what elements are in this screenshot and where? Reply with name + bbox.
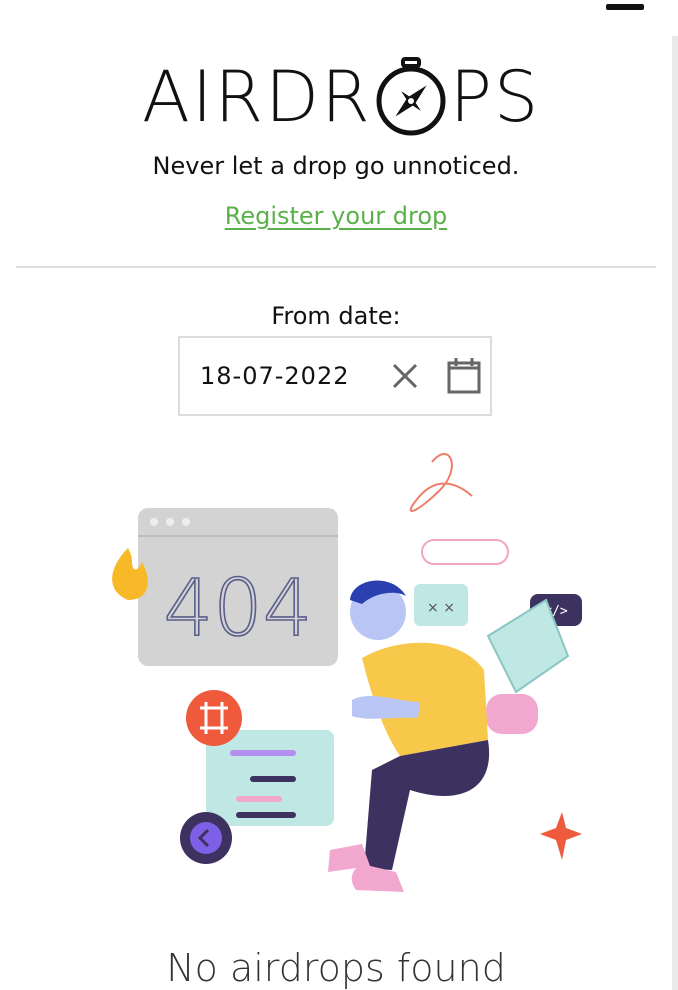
svg-text:× ×: × × xyxy=(427,600,455,616)
illustration-404-text: 404 xyxy=(164,564,313,654)
register-drop-link[interactable]: Register your drop xyxy=(0,202,672,230)
tagline: Never let a drop go unnoticed. xyxy=(152,152,520,180)
not-found-illustration: 404 × × </> xyxy=(112,453,582,892)
compass-icon xyxy=(376,57,446,136)
logo: AIRDR PS xyxy=(142,56,540,138)
from-date-label: From date: xyxy=(271,302,401,330)
empty-state-message: No airdrops found xyxy=(166,946,506,990)
calendar-icon[interactable] xyxy=(446,357,482,395)
divider xyxy=(16,266,656,268)
logo-text-right: PS xyxy=(449,56,541,138)
hamburger-menu-icon[interactable] xyxy=(606,4,644,10)
scrollbar[interactable] xyxy=(672,36,678,990)
date-input[interactable] xyxy=(198,361,374,391)
logo-text-left: AIRDR xyxy=(142,56,372,138)
date-picker[interactable] xyxy=(178,336,492,416)
close-icon[interactable] xyxy=(390,361,420,391)
